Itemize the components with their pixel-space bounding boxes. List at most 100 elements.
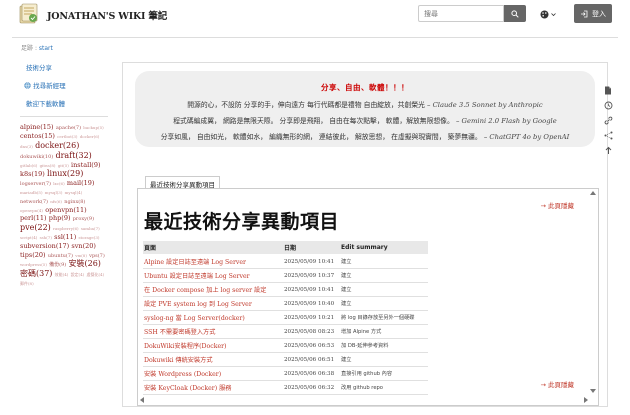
tag-link[interactable]: mail(19) — [67, 179, 95, 187]
tag-link[interactable]: ubuntu(7) — [48, 253, 73, 259]
tag-link[interactable]: certbot(3) — [57, 134, 77, 139]
page-link[interactable]: syslog-ng 當 Log Server(docker) — [143, 310, 283, 325]
tag-cloud: alpine(15) apache(7) backup(5) centos(15… — [20, 123, 108, 288]
theme-toggle-button[interactable] — [540, 7, 558, 21]
tag-link[interactable]: mysql(4) — [65, 190, 83, 195]
page-link[interactable]: DokuWiki安裝程序(Docker) — [143, 338, 283, 353]
logo-icon[interactable] — [18, 3, 40, 25]
tag-link[interactable]: gitlab(6) — [20, 163, 37, 168]
site-title[interactable]: JONATHAN'S WIKI 筆記 — [47, 8, 167, 22]
tag-link[interactable]: ssh(7) — [40, 235, 52, 240]
scroll-down-arrow[interactable] — [590, 389, 596, 393]
sidebar-link-downloads[interactable]: 歡迎下載軟體 — [20, 98, 108, 108]
tag-link[interactable]: script(4) — [20, 235, 37, 240]
tag-link[interactable]: centos(15) — [20, 132, 55, 140]
tag-link[interactable]: docker(26) — [35, 141, 79, 150]
tag-link[interactable]: mysql(3) — [45, 190, 63, 195]
login-button[interactable]: 登入 — [574, 4, 612, 23]
page-link[interactable]: 在 Docker compose 加上 log server 設定 — [143, 282, 283, 297]
tag-link[interactable]: tips(20) — [20, 251, 46, 259]
summary-cell: 建立 — [340, 352, 428, 367]
tag-link[interactable]: samba(7) — [81, 226, 100, 231]
page-link[interactable]: 安裝 Wordpress (Docker) — [143, 366, 283, 381]
tag-link[interactable]: linux(29) — [47, 169, 83, 178]
tag-link[interactable]: raspberry(6) — [53, 226, 79, 231]
sitemap-icon[interactable] — [603, 130, 613, 140]
date-cell: 2025/05/06 06:32 — [283, 380, 340, 395]
tag-link[interactable]: lxc(6) — [53, 181, 64, 186]
tag-link[interactable]: docker(6) — [80, 134, 100, 139]
page-tools — [603, 85, 619, 160]
tag-link[interactable]: 效能(4) — [55, 272, 69, 277]
tag-link[interactable]: 安裝(26) — [68, 259, 100, 268]
tag-link[interactable]: gitea(8) — [40, 163, 56, 168]
pdf-icon[interactable] — [603, 85, 613, 95]
hero-quote-author: – Claude 3.5 Sonnet by Anthropic — [427, 101, 543, 109]
column-header-page[interactable]: 頁面 — [143, 241, 283, 255]
tag-link[interactable]: proxy(9) — [73, 216, 94, 222]
page-link[interactable]: Alpine 設定日誌至遠端 Log Server — [143, 254, 283, 269]
tag-link[interactable]: 郵件(8) — [20, 281, 34, 286]
tag-link[interactable]: draft(32) — [55, 151, 91, 160]
tag-link[interactable]: install(9) — [71, 161, 100, 169]
tag-link[interactable]: wordpress(5) — [20, 262, 47, 267]
tag-link[interactable]: backup(5) — [83, 125, 103, 130]
hide-page-link-bottom[interactable]: → 此頁隱藏 — [540, 379, 574, 389]
scroll-left-arrow[interactable] — [140, 397, 144, 403]
search-button[interactable] — [504, 5, 526, 22]
table-row: DokuWiki安裝程序(Docker) 2025/05/06 06:53 加 DB… — [143, 338, 428, 353]
tag-link[interactable]: subversion(17) — [20, 242, 69, 250]
tag-link[interactable]: network(7) — [20, 199, 48, 205]
tag-link[interactable]: openvpn(11) — [45, 206, 86, 214]
scroll-up-arrow[interactable] — [590, 191, 596, 195]
recent-changes-table: 頁面 日期 Edit summary Alpine 設定日誌至遠端 Log Se… — [143, 241, 428, 395]
date-cell: 2025/05/06 06:51 — [283, 352, 340, 367]
tag-link[interactable]: 虛擬化(4) — [86, 272, 104, 277]
tag-link[interactable]: ssl(11) — [54, 233, 76, 241]
sidebar-link-tech-share[interactable]: 技術分享 — [20, 62, 108, 72]
tag-link[interactable]: dokuwiki(10) — [20, 154, 53, 160]
backlinks-icon[interactable] — [603, 115, 613, 125]
summary-cell: 加 DB-延伸參考資料 — [340, 338, 428, 353]
table-row: 在 Docker compose 加上 log server 設定 2025/05… — [143, 282, 428, 297]
tag-link[interactable]: mariadb(5) — [20, 190, 43, 195]
tag-link[interactable]: git(5) — [58, 163, 69, 168]
hide-page-link[interactable]: → 此頁隱藏 — [540, 200, 574, 210]
tag-link[interactable]: apache(7) — [56, 125, 81, 131]
page-link[interactable]: Dokuwiki 傳統安裝方式 — [143, 352, 283, 367]
table-row: Alpine 設定日誌至遠端 Log Server 2025/05/09 10:4… — [143, 254, 428, 269]
tag-link[interactable]: vps(7) — [89, 253, 105, 259]
tag-link[interactable]: nfs(6) — [50, 199, 62, 204]
revisions-icon[interactable] — [603, 100, 613, 110]
scroll-right-arrow[interactable] — [584, 397, 588, 403]
page-link[interactable]: SSH 不需要密碼登入方式 — [143, 324, 283, 339]
table-row: syslog-ng 當 Log Server(docker) 2025/05/09… — [143, 310, 428, 325]
page-link[interactable]: 設定 PVE system log 到 Log Server — [143, 296, 283, 311]
column-header-date[interactable]: 日期 — [283, 241, 340, 255]
tag-link[interactable]: openvpn(4) — [20, 208, 43, 213]
tag-link[interactable]: logserver(7) — [20, 181, 51, 187]
breadcrumb-current[interactable]: start — [39, 45, 53, 52]
search-input[interactable] — [418, 5, 504, 22]
top-icon[interactable] — [603, 145, 613, 155]
sidebar-link-find-manager[interactable]: 找尋新經理 — [20, 80, 108, 90]
column-header-summary[interactable]: Edit summary — [340, 241, 428, 255]
tag-link[interactable]: dns(3) — [20, 144, 33, 149]
tag-link[interactable]: vm(8) — [75, 253, 87, 258]
tag-link[interactable]: 設定(4) — [71, 272, 85, 277]
tag-link[interactable]: alpine(15) — [20, 123, 54, 131]
tag-link[interactable]: k8s(19) — [20, 170, 45, 178]
tag-link[interactable]: pve(22) — [20, 223, 51, 232]
tag-link[interactable]: 備份(9) — [49, 262, 66, 268]
tag-link[interactable]: php(9) — [49, 214, 71, 222]
tag-link[interactable]: nginx(8) — [64, 199, 85, 205]
tag-link[interactable]: 密碼(37) — [20, 269, 52, 278]
page-link[interactable]: 安裝 KeyCloak (Docker) 服務 — [143, 380, 283, 395]
tag-link[interactable]: svn(20) — [71, 242, 96, 250]
theme-icon — [540, 10, 549, 18]
date-cell: 2025/05/09 10:40 — [283, 296, 340, 311]
hero-quote-text: 程式碼編成翼， 網路是無限天際。 分享即是飛翔， 自由在每次點擊， 軟體，解放無… — [173, 117, 454, 125]
page-link[interactable]: Ubuntu 設定日誌至遠端 Log Server — [143, 268, 283, 283]
tag-link[interactable]: storage(3) — [78, 235, 99, 240]
tag-link[interactable]: perl(11) — [20, 214, 47, 222]
